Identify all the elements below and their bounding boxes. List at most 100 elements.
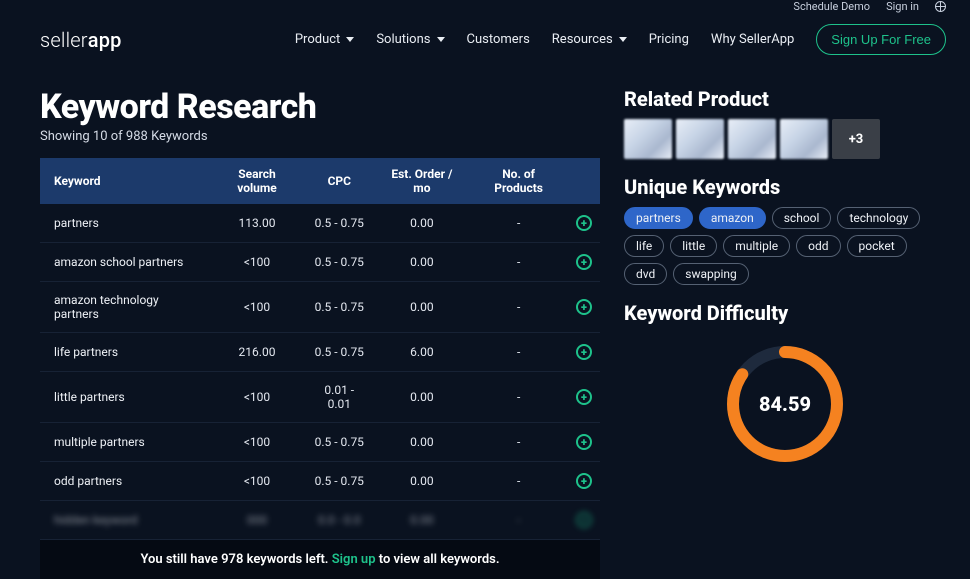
add-keyword-button[interactable]: + — [576, 344, 592, 360]
cell-cpc: 0.5 - 0.75 — [304, 333, 374, 372]
add-keyword-button[interactable]: + — [576, 473, 592, 489]
cell-order: 0.00 — [375, 372, 470, 423]
cell-action: + — [568, 243, 600, 282]
footer-text-post: to view all keywords. — [376, 552, 500, 567]
add-keyword-button[interactable]: + — [576, 434, 592, 450]
nav-customers[interactable]: Customers — [467, 32, 530, 47]
add-keyword-button[interactable]: + — [576, 512, 592, 528]
keyword-chip[interactable]: life — [624, 235, 664, 257]
difficulty-gauge: 84.59 — [720, 339, 850, 469]
th-keyword: Keyword — [40, 158, 210, 204]
globe-icon[interactable] — [935, 1, 946, 12]
sign-in-link[interactable]: Sign in — [886, 0, 919, 13]
unique-title: Unique Keywords — [624, 175, 946, 199]
cell-products: - — [469, 423, 568, 462]
th-order: Est. Order / mo — [375, 158, 470, 204]
add-keyword-button[interactable]: + — [576, 389, 592, 405]
table-row: amazon technology partners<1000.5 - 0.75… — [40, 282, 600, 333]
table-row: partners113.000.5 - 0.750.00-+ — [40, 204, 600, 243]
keyword-difficulty-panel: Keyword Difficulty 84.59 — [624, 301, 946, 469]
add-keyword-button[interactable]: + — [576, 215, 592, 231]
keyword-chip[interactable]: school — [772, 207, 832, 229]
keyword-chip[interactable]: little — [670, 235, 717, 257]
brand-logo[interactable]: sellerapp — [40, 28, 122, 52]
table-row: hidden keyword0000.0 - 0.00.00-+ — [40, 501, 600, 540]
keyword-chip[interactable]: swapping — [673, 263, 749, 285]
cell-products: - — [469, 243, 568, 282]
cell-volume: <100 — [210, 372, 304, 423]
cell-cpc: 0.5 - 0.75 — [304, 462, 374, 501]
related-thumb[interactable] — [728, 119, 776, 159]
add-keyword-button[interactable]: + — [576, 299, 592, 315]
schedule-demo-link[interactable]: Schedule Demo — [793, 0, 870, 13]
nav-why[interactable]: Why SellerApp — [711, 32, 794, 47]
related-thumb[interactable] — [624, 119, 672, 159]
related-thumb[interactable] — [676, 119, 724, 159]
cell-order: 0.00 — [375, 204, 470, 243]
chevron-down-icon — [619, 37, 627, 42]
cell-action: + — [568, 462, 600, 501]
cell-keyword: amazon technology partners — [40, 282, 210, 333]
cell-order: 6.00 — [375, 333, 470, 372]
brand-part-a: seller — [40, 28, 88, 52]
related-thumb-more[interactable]: +3 — [832, 119, 880, 159]
th-volume: Search volume — [210, 158, 304, 204]
cell-action: + — [568, 282, 600, 333]
table-row: odd partners<1000.5 - 0.750.00-+ — [40, 462, 600, 501]
cell-action: + — [568, 501, 600, 540]
difficulty-value: 84.59 — [720, 339, 850, 469]
nav-pricing[interactable]: Pricing — [649, 32, 689, 47]
nav-solutions[interactable]: Solutions — [376, 32, 444, 47]
cell-cpc: 0.01 - 0.01 — [304, 372, 374, 423]
keyword-chip[interactable]: multiple — [723, 235, 790, 257]
cell-volume: 000 — [210, 501, 304, 540]
table-row: multiple partners<1000.5 - 0.750.00-+ — [40, 423, 600, 462]
cell-action: + — [568, 372, 600, 423]
cell-volume: 113.00 — [210, 204, 304, 243]
cell-volume: <100 — [210, 462, 304, 501]
cell-keyword: odd partners — [40, 462, 210, 501]
nav-resources[interactable]: Resources — [552, 32, 627, 47]
keyword-chip[interactable]: odd — [796, 235, 840, 257]
chevron-down-icon — [346, 37, 354, 42]
add-keyword-button[interactable]: + — [576, 254, 592, 270]
cell-keyword: hidden keyword — [40, 501, 210, 540]
cell-order: 0.00 — [375, 462, 470, 501]
cell-order: 0.00 — [375, 282, 470, 333]
keyword-chip[interactable]: amazon — [699, 207, 766, 229]
related-thumb[interactable] — [780, 119, 828, 159]
nav-resources-label: Resources — [552, 32, 613, 47]
cell-volume: <100 — [210, 282, 304, 333]
keyword-chip[interactable]: dvd — [624, 263, 667, 285]
page-subtitle: Showing 10 of 988 Keywords — [40, 129, 600, 144]
header: sellerapp Product Solutions Customers Re… — [0, 12, 970, 65]
nav-solutions-label: Solutions — [376, 32, 430, 47]
cell-volume: <100 — [210, 423, 304, 462]
chevron-down-icon — [437, 37, 445, 42]
related-product-panel: Related Product +3 — [624, 87, 946, 159]
nav-customers-label: Customers — [467, 32, 530, 47]
cell-volume: 216.00 — [210, 333, 304, 372]
cell-products: - — [469, 372, 568, 423]
cell-action: + — [568, 204, 600, 243]
th-products: No. of Products — [469, 158, 568, 204]
keyword-chip[interactable]: pocket — [847, 235, 907, 257]
signup-button[interactable]: Sign Up For Free — [816, 24, 946, 55]
table-footer: You still have 978 keywords left. Sign u… — [40, 540, 600, 579]
keyword-chip[interactable]: technology — [837, 207, 920, 229]
unique-keywords-panel: Unique Keywords partners amazon schooltech… — [624, 175, 946, 285]
cell-action: + — [568, 333, 600, 372]
cell-order: 0.00 — [375, 423, 470, 462]
cell-volume: <100 — [210, 243, 304, 282]
footer-signup-link[interactable]: Sign up — [332, 552, 376, 567]
brand-part-b: app — [88, 28, 122, 52]
cell-products: - — [469, 333, 568, 372]
nav-product[interactable]: Product — [295, 32, 354, 47]
footer-text-pre: You still have 978 keywords left. — [140, 552, 331, 567]
nav-pricing-label: Pricing — [649, 32, 689, 47]
th-cpc: CPC — [304, 158, 374, 204]
difficulty-title: Keyword Difficulty — [624, 301, 946, 325]
th-actions — [568, 158, 600, 204]
cell-order: 0.00 — [375, 243, 470, 282]
keyword-chip[interactable]: partners — [624, 207, 693, 229]
